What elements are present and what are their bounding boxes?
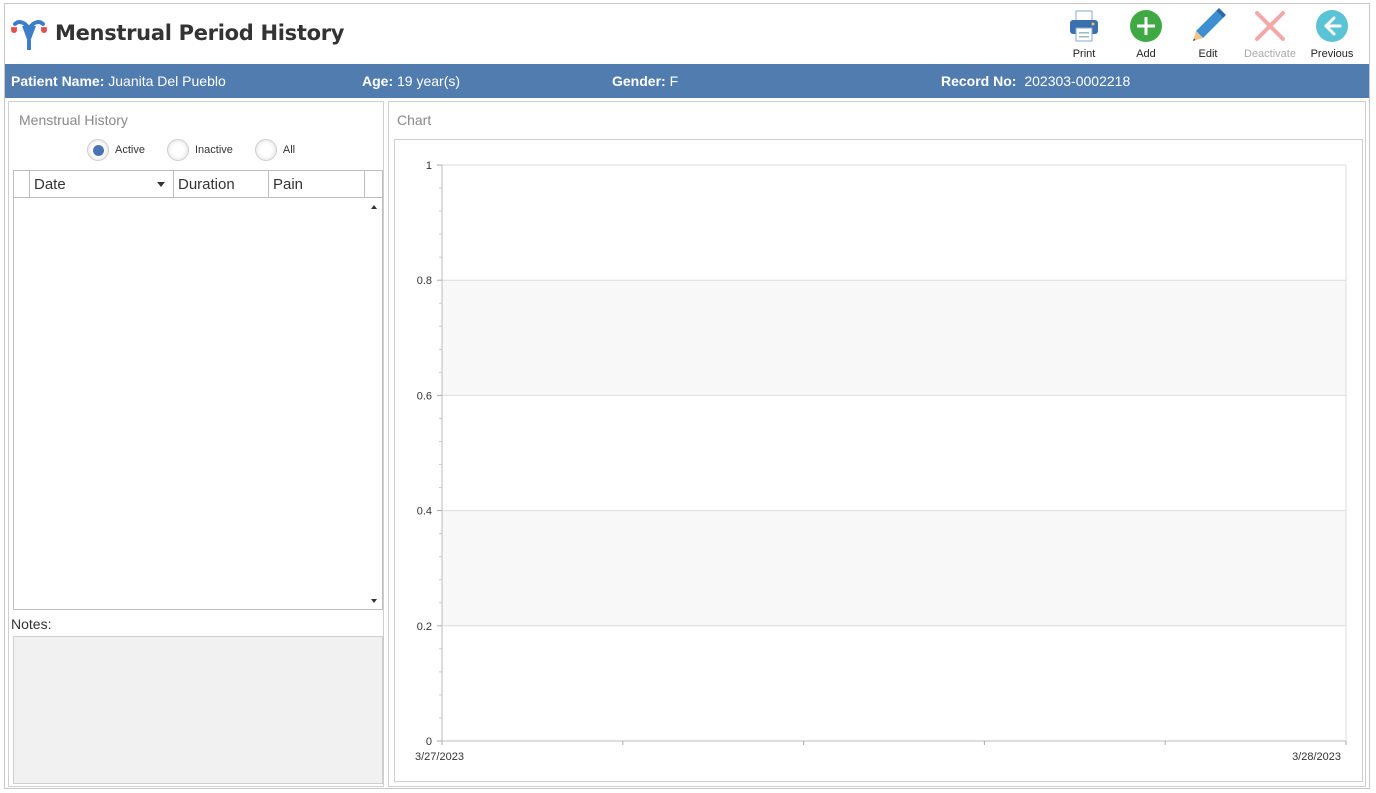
patient-age-value: 19 year(s) <box>397 73 461 89</box>
filter-active-radio[interactable]: Active <box>87 139 145 161</box>
page-title: Menstrual Period History <box>55 21 345 45</box>
filter-active-label: Active <box>115 144 145 156</box>
history-table: Date Duration Pain <box>13 170 383 610</box>
filter-inactive-label: Inactive <box>194 144 233 156</box>
y-tick-label: 0.4 <box>417 506 432 518</box>
patient-age: Age: 19 year(s) <box>362 73 460 89</box>
menstrual-history-panel: Menstrual History Active Inactive All Da… <box>8 101 384 787</box>
patient-name-value: Juanita Del Pueblo <box>108 73 226 89</box>
patient-record: Record No: 202303-0002218 <box>941 73 1130 89</box>
edit-button[interactable]: Edit <box>1177 6 1239 62</box>
scroll-up-button[interactable] <box>367 200 380 213</box>
scroll-down-button[interactable] <box>367 594 380 607</box>
print-button[interactable]: Print <box>1053 6 1115 62</box>
y-tick-label: 0.2 <box>417 621 432 633</box>
patient-record-value: 202303-0002218 <box>1024 73 1131 89</box>
print-label: Print <box>1072 48 1096 60</box>
filter-all-radio[interactable]: All <box>254 139 296 161</box>
chart-title: Chart <box>397 112 432 128</box>
x-tick-label: 3/28/2023 <box>1292 751 1341 763</box>
chart-band <box>442 280 1346 396</box>
patient-age-label: Age: <box>362 73 394 89</box>
filter-all-label: All <box>282 144 296 156</box>
column-duration-label: Duration <box>178 176 235 193</box>
column-date-label: Date <box>34 176 66 193</box>
chart-panel: Chart 0 0.2 0.4 0.6 0.8 1 3/27/2023 3/28/2023 <box>388 101 1366 787</box>
patient-gender: Gender: F <box>612 73 678 89</box>
status-filter: Active Inactive All <box>87 138 317 162</box>
chart-band <box>442 510 1346 626</box>
y-tick-label: 0.8 <box>417 275 432 287</box>
patient-gender-value: F <box>669 73 679 89</box>
radio-selected-indicator <box>87 139 109 161</box>
sort-down-icon <box>157 182 165 187</box>
header: Menstrual Period History Print Add Edit … <box>5 4 1369 64</box>
patient-record-label: Record No: <box>941 73 1017 89</box>
y-tick-label: 0.6 <box>417 390 432 402</box>
column-date-header[interactable]: Date <box>30 171 174 197</box>
notes-label: Notes: <box>11 616 52 632</box>
patient-name: Patient Name: Juanita Del Pueblo <box>11 73 226 89</box>
row-selector-header <box>14 171 30 197</box>
patient-info-bar: Patient Name: Juanita Del Pueblo Age: 19… <box>5 64 1369 98</box>
plus-circle-icon <box>1130 10 1162 42</box>
column-pain-header[interactable]: Pain <box>269 171 365 197</box>
previous-label: Previous <box>1310 48 1354 60</box>
pencil-icon <box>1193 8 1226 41</box>
uterus-icon <box>9 16 51 52</box>
app-window: Menstrual Period History Print Add Edit … <box>4 3 1370 789</box>
table-header: Date Duration Pain <box>14 171 382 198</box>
filter-inactive-radio[interactable]: Inactive <box>166 139 233 161</box>
edit-label: Edit <box>1198 48 1218 60</box>
radio-indicator <box>166 139 189 161</box>
radio-indicator <box>254 139 277 161</box>
arrow-down-icon <box>370 598 377 603</box>
line-chart: 0 0.2 0.4 0.6 0.8 1 3/27/2023 3/28/2023 <box>415 160 1347 763</box>
history-title: Menstrual History <box>19 112 128 128</box>
notes-field[interactable] <box>13 636 383 784</box>
column-pain-label: Pain <box>273 176 304 193</box>
arrow-up-icon <box>370 204 377 209</box>
column-duration-header[interactable]: Duration <box>174 171 269 197</box>
patient-gender-label: Gender: <box>612 73 666 89</box>
toolbar: Print Add Edit Deactivate Previous <box>1053 6 1363 62</box>
deactivate-button[interactable]: Deactivate <box>1239 6 1301 62</box>
y-tick-label: 1 <box>426 160 432 172</box>
y-tick-label: 0 <box>426 736 432 748</box>
previous-button[interactable]: Previous <box>1301 6 1363 62</box>
add-label: Add <box>1136 48 1156 60</box>
add-button[interactable]: Add <box>1115 6 1177 62</box>
chart-frame: 0 0.2 0.4 0.6 0.8 1 3/27/2023 3/28/2023 <box>394 139 1363 782</box>
arrow-left-circle-icon <box>1316 10 1348 42</box>
x-tick-label: 3/27/2023 <box>415 751 464 763</box>
printer-icon <box>1070 10 1098 42</box>
x-mark-icon <box>1255 11 1285 41</box>
deactivate-label: Deactivate <box>1244 48 1296 60</box>
patient-name-label: Patient Name: <box>11 73 105 89</box>
